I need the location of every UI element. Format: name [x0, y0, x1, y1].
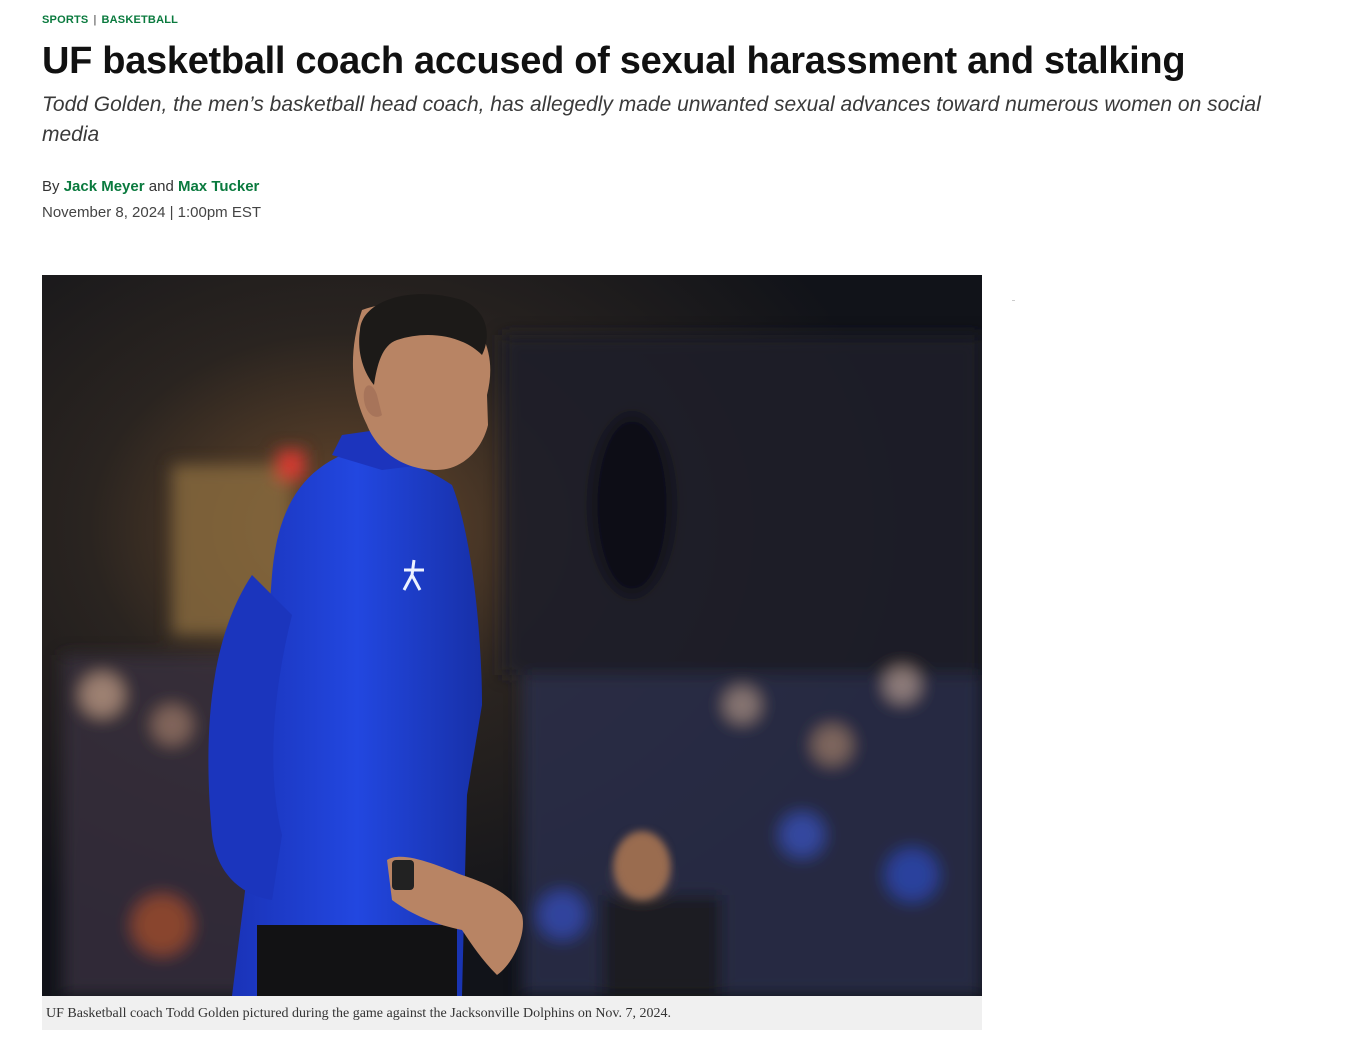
- article-subheadline: Todd Golden, the men’s basketball head c…: [42, 93, 1261, 146]
- publish-date: November 8, 2024 | 1:00pm EST: [42, 204, 262, 221]
- byline-conjunction: and: [148, 178, 174, 195]
- coach-photo-illustration: [42, 275, 982, 996]
- author-link-jack-meyer[interactable]: Jack Meyer: [64, 178, 145, 195]
- byline: By Jack Meyer and Max Tucker: [42, 178, 259, 195]
- article-headline: UF basketball coach accused of sexual ha…: [42, 40, 1186, 82]
- byline-prefix: By: [42, 178, 60, 195]
- breadcrumb-sports-link[interactable]: SPORTS: [42, 14, 88, 26]
- breadcrumb-separator: |: [93, 14, 97, 26]
- article-photo: [42, 275, 982, 996]
- breadcrumb-basketball-link[interactable]: BASKETBALL: [102, 14, 179, 26]
- article-figure: UF Basketball coach Todd Golden pictured…: [42, 275, 982, 1030]
- photo-caption: UF Basketball coach Todd Golden pictured…: [42, 996, 982, 1030]
- ad-placeholder: [1012, 300, 1015, 301]
- author-link-max-tucker[interactable]: Max Tucker: [178, 178, 259, 195]
- breadcrumb: SPORTS | BASKETBALL: [42, 14, 178, 26]
